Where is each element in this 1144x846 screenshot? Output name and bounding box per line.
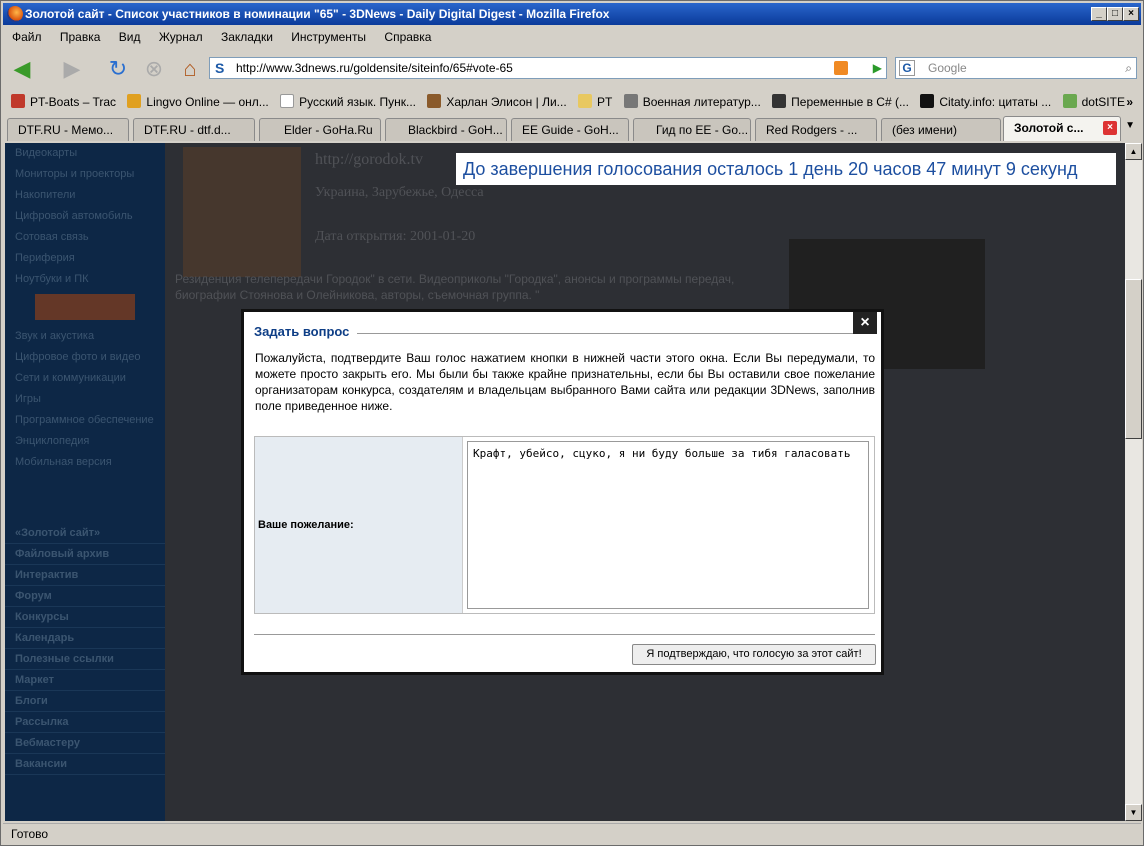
- tab[interactable]: EE Guide - GoH...: [511, 118, 629, 141]
- bookmark-item[interactable]: Citaty.info: цитаты ...: [920, 90, 1051, 114]
- bookmark-item[interactable]: dotSITE: [1062, 90, 1125, 114]
- vote-dialog: Задать вопрос × Пожалуйста, подтвердите …: [241, 309, 884, 675]
- menu-help[interactable]: Справка: [384, 30, 431, 44]
- site-favicon-icon: S: [215, 60, 225, 76]
- bookmark-item[interactable]: Харлан Элисон | Ли...: [427, 90, 567, 114]
- vote-timer: До завершения голосования осталось 1 ден…: [456, 153, 1116, 185]
- forward-icon[interactable]: ▶: [57, 54, 87, 84]
- close-tab-icon[interactable]: ×: [1103, 121, 1117, 135]
- bookmark-favicon-icon: [11, 94, 25, 108]
- url-field[interactable]: S http://www.3dnews.ru/goldensite/sitein…: [209, 57, 887, 79]
- wish-textarea[interactable]: Крафт, убейсо, сцуко, я ни буду больше з…: [467, 441, 869, 609]
- dialog-title: Задать вопрос: [254, 324, 358, 339]
- menu-history[interactable]: Журнал: [159, 30, 203, 44]
- tab-active[interactable]: Золотой с... ×: [1003, 116, 1121, 141]
- bookmark-favicon-icon: [623, 94, 638, 108]
- bookmark-item[interactable]: PT-Boats – Trac: [11, 90, 116, 114]
- tab-strip: DTF.RU - Мемо... DTF.RU - dtf.d... Elder…: [3, 116, 1141, 141]
- divider: [254, 634, 875, 635]
- reload-icon[interactable]: ↻: [103, 54, 133, 84]
- search-placeholder: Google: [928, 61, 967, 75]
- bookmark-item[interactable]: Военная литератур...: [623, 90, 761, 114]
- menu-file[interactable]: Файл: [12, 30, 42, 44]
- menu-view[interactable]: Вид: [119, 30, 141, 44]
- firefox-icon: [7, 6, 23, 22]
- go-icon[interactable]: ▶: [873, 58, 882, 78]
- status-bar: Готово: [3, 823, 1141, 845]
- status-text: Готово: [11, 827, 49, 841]
- wish-form: Ваше пожелание: Крафт, убейсо, сцуко, я …: [254, 436, 875, 614]
- firefox-window: Золотой сайт - Список участников в номин…: [0, 0, 1144, 846]
- confirm-vote-button[interactable]: Я подтверждаю, что голосую за этот сайт!: [632, 644, 876, 665]
- tab-list-icon[interactable]: ▼: [1125, 120, 1135, 131]
- tab[interactable]: (без имени): [881, 118, 1001, 141]
- tab[interactable]: DTF.RU - Мемо...: [7, 118, 129, 141]
- tab[interactable]: Elder - GoHa.Ru: [259, 118, 381, 141]
- tab[interactable]: Гид по EE - Go...: [633, 118, 751, 141]
- back-icon[interactable]: ◀: [7, 54, 37, 84]
- scroll-thumb[interactable]: [1125, 279, 1142, 439]
- menu-tools[interactable]: Инструменты: [291, 30, 366, 44]
- menu-edit[interactable]: Правка: [60, 30, 101, 44]
- home-icon[interactable]: ⌂: [175, 54, 205, 84]
- title-bar: Золотой сайт - Список участников в номин…: [3, 3, 1141, 25]
- search-input[interactable]: G Google ⌕: [895, 57, 1137, 79]
- navigation-toolbar: ◀ ▶ ↻ ⊗ ⌂ S http://www.3dnews.ru/goldens…: [3, 51, 1141, 87]
- chevron-right-icon[interactable]: »: [1126, 90, 1133, 114]
- rss-icon[interactable]: [834, 61, 848, 75]
- maximize-icon[interactable]: □: [1107, 7, 1123, 21]
- bookmark-item[interactable]: Русский язык. Пунк...: [280, 90, 416, 114]
- bookmark-favicon-icon: [427, 94, 442, 108]
- bookmark-item[interactable]: Переменные в C# (...: [772, 90, 909, 114]
- bookmark-favicon-icon: [127, 94, 142, 108]
- tab[interactable]: Blackbird - GoH...: [385, 118, 507, 141]
- page-icon: [280, 94, 295, 108]
- bookmark-item[interactable]: Lingvo Online — онл...: [127, 90, 269, 114]
- window-title: Золотой сайт - Список участников в номин…: [25, 7, 610, 21]
- tab[interactable]: Red Rodgers - ...: [755, 118, 877, 141]
- bookmark-favicon-icon: [920, 94, 935, 108]
- close-window-icon[interactable]: ×: [1123, 7, 1139, 21]
- scroll-up-icon[interactable]: ▲: [1125, 143, 1142, 160]
- bookmark-favicon-icon: [772, 94, 787, 108]
- bookmark-favicon-icon: [1062, 94, 1077, 108]
- search-icon[interactable]: ⌕: [1125, 58, 1132, 78]
- menu-bar: Файл Правка Вид Журнал Закладки Инструме…: [3, 26, 1141, 48]
- vertical-scrollbar[interactable]: ▲ ▼: [1125, 143, 1142, 821]
- url-text: http://www.3dnews.ru/goldensite/siteinfo…: [236, 61, 513, 75]
- close-icon[interactable]: ×: [853, 312, 877, 334]
- folder-icon: [578, 94, 592, 108]
- bookmarks-toolbar: PT-Boats – Trac Lingvo Online — онл... Р…: [3, 90, 1141, 114]
- dialog-message: Пожалуйста, подтвердите Ваш голос нажати…: [255, 351, 875, 413]
- stop-icon[interactable]: ⊗: [139, 54, 169, 84]
- tab[interactable]: DTF.RU - dtf.d...: [133, 118, 255, 141]
- bookmark-folder[interactable]: PT: [578, 90, 612, 114]
- wish-label: Ваше пожелание:: [255, 437, 463, 613]
- menu-bookmarks[interactable]: Закладки: [221, 30, 273, 44]
- minimize-icon[interactable]: _: [1091, 7, 1107, 21]
- scroll-down-icon[interactable]: ▼: [1125, 804, 1142, 821]
- google-engine-icon[interactable]: G: [899, 60, 915, 76]
